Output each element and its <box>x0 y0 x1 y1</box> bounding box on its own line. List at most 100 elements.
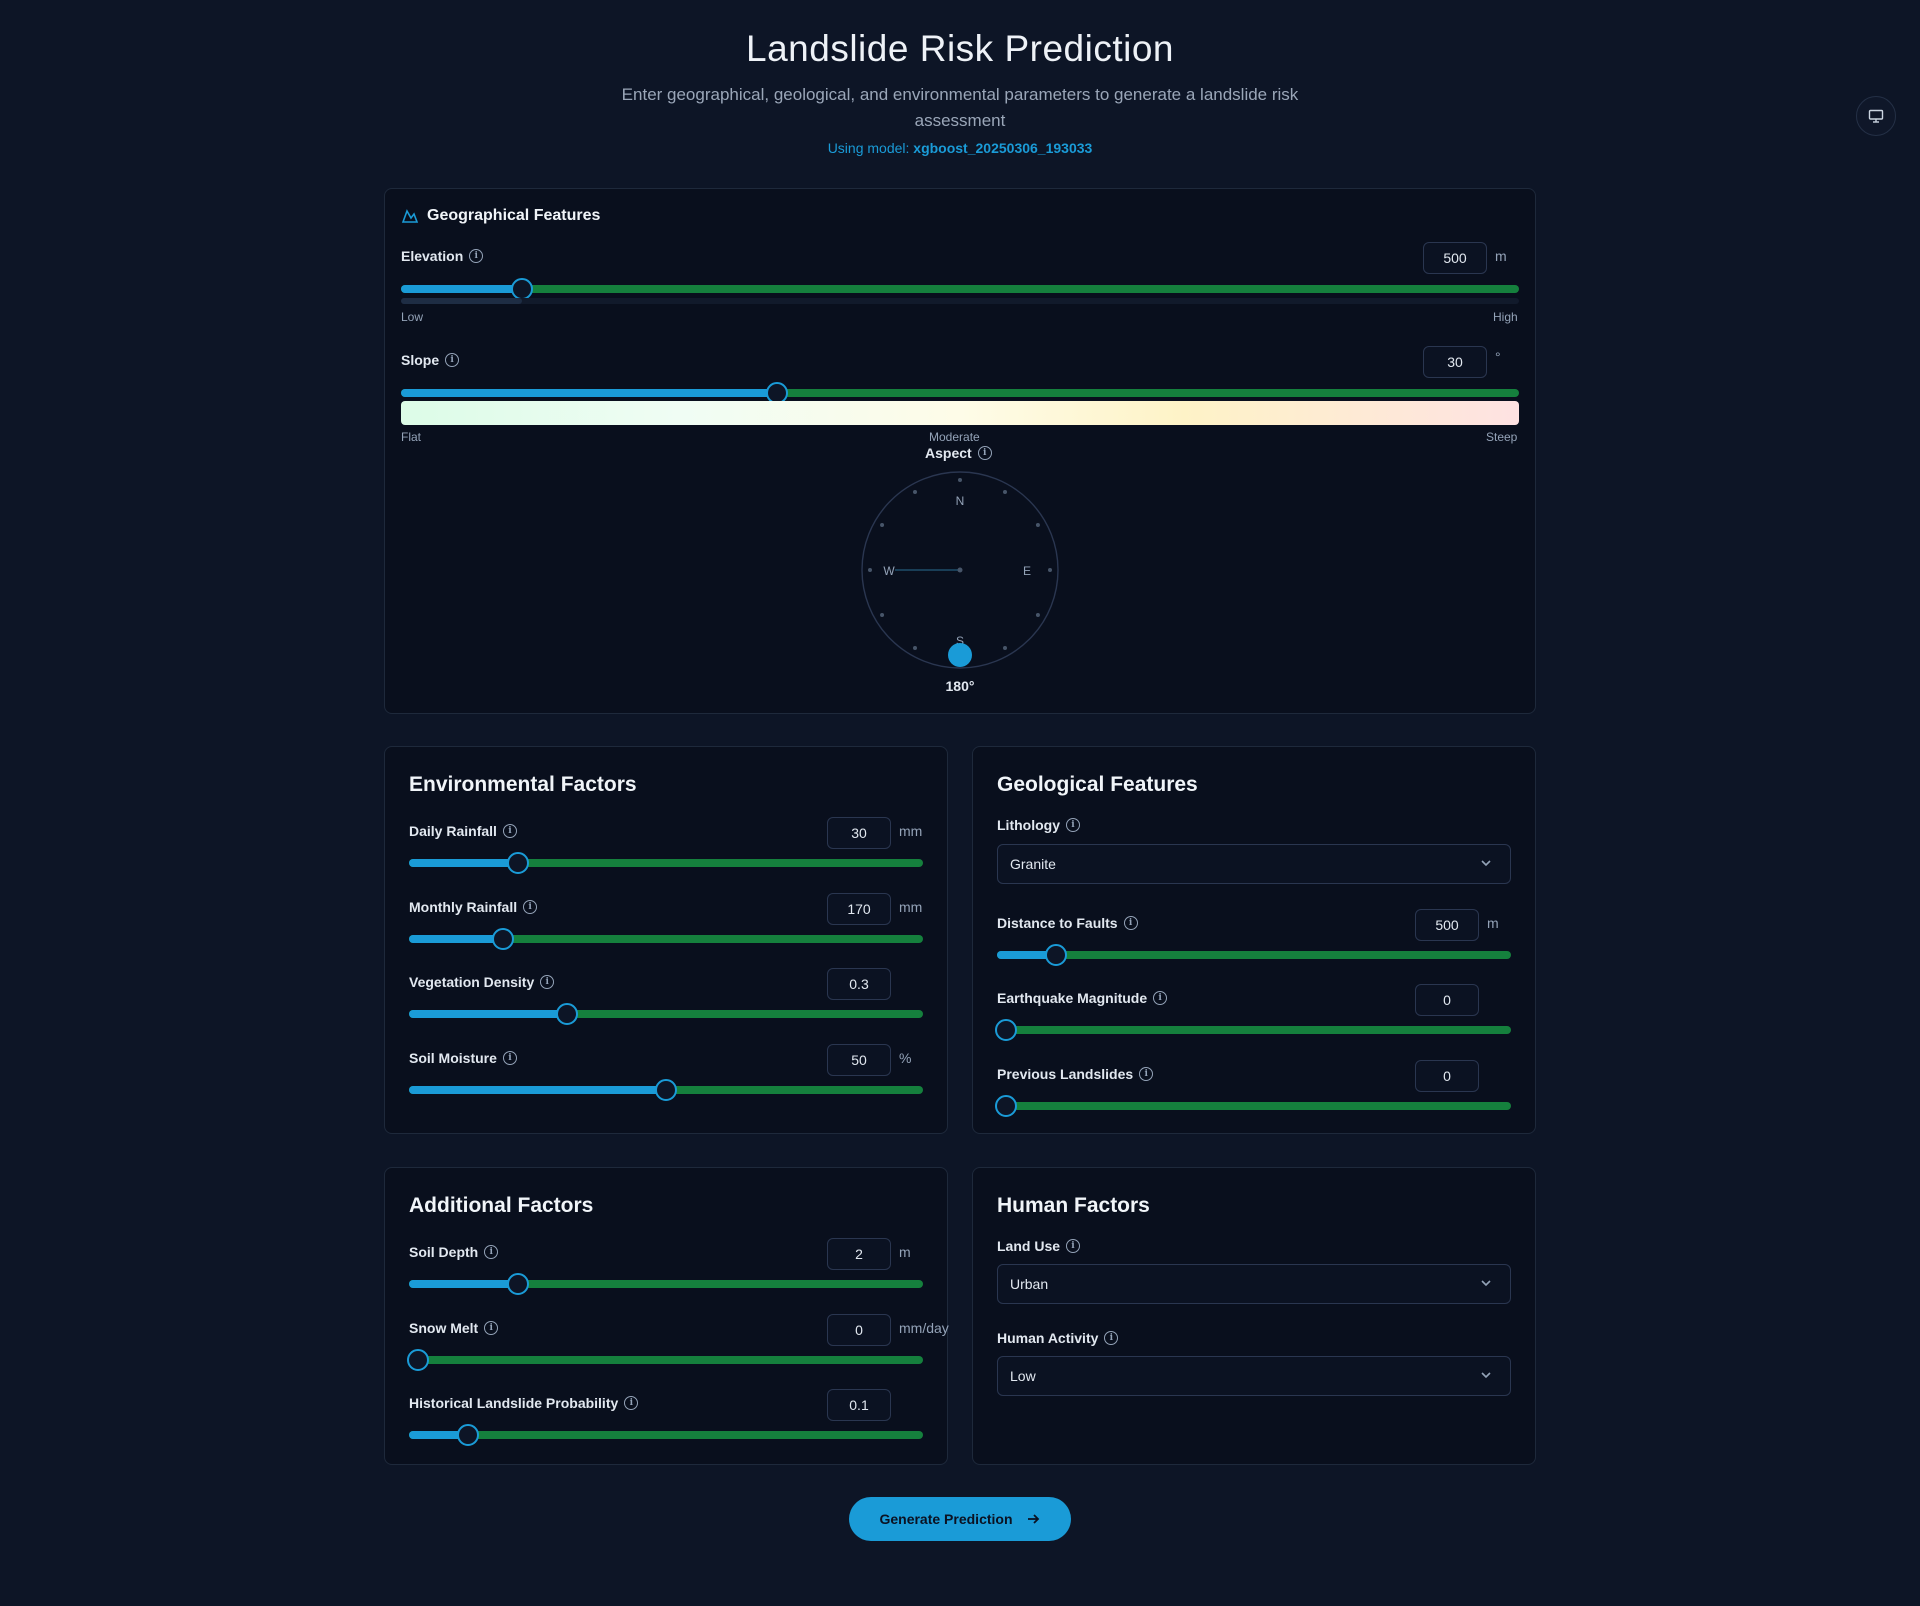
daily-rainfall-label: Daily Rainfall i <box>409 823 517 839</box>
info-icon[interactable]: i <box>1066 818 1080 832</box>
historical-landslide-probability-slider[interactable] <box>409 1424 923 1446</box>
aspect-compass[interactable]: N E S W <box>859 469 1061 671</box>
compass-tick <box>1048 568 1052 572</box>
compass-east: E <box>1023 564 1031 578</box>
slope-input[interactable]: 30 <box>1423 346 1487 378</box>
info-icon[interactable]: i <box>1139 1067 1154 1081</box>
previous-landslides-slider-thumb[interactable] <box>995 1095 1017 1117</box>
daily-rainfall-slider-thumb[interactable] <box>507 852 530 874</box>
previous-landslides-slider[interactable] <box>995 1095 1511 1117</box>
slope-gradient-bar <box>401 401 1519 425</box>
earthquake-magnitude-slider[interactable] <box>995 1019 1511 1041</box>
monthly-rainfall-slider[interactable] <box>409 928 923 950</box>
vegetation-density-slider[interactable] <box>409 1003 923 1025</box>
lithology-select[interactable]: Granite <box>997 844 1511 884</box>
soil-depth-input[interactable]: 2 <box>827 1238 891 1270</box>
vegetation-density-input[interactable]: 0.3 <box>827 968 891 1000</box>
info-icon[interactable]: i <box>540 975 555 989</box>
lithology-value: Granite <box>1010 856 1056 872</box>
arrow-right-icon <box>1027 1514 1039 1524</box>
additional-factors-title: Additional Factors <box>409 1194 594 1217</box>
compass-tick <box>880 523 885 527</box>
info-icon[interactable]: i <box>502 1051 517 1065</box>
geographical-features-label: Geographical Features <box>427 207 601 224</box>
historical-landslide-probability-text: Historical Landslide Probability <box>409 1395 619 1411</box>
vegetation-density-label: Vegetation Density i <box>409 974 555 990</box>
human-activity-label: Human Activity i <box>997 1330 1119 1346</box>
slope-slider[interactable] <box>401 382 1519 404</box>
vegetation-density-text: Vegetation Density <box>409 974 535 990</box>
soil-depth-text: Soil Depth <box>409 1244 479 1260</box>
monitor-icon <box>1868 109 1884 123</box>
page-title: Landslide Risk Prediction <box>746 28 1174 69</box>
vegetation-density-slider-fill <box>409 1010 567 1018</box>
info-icon[interactable]: i <box>523 900 538 914</box>
generate-prediction-button[interactable]: Generate Prediction <box>849 1497 1071 1541</box>
human-activity-select[interactable]: Low <box>997 1356 1511 1396</box>
earthquake-magnitude-input[interactable]: 0 <box>1415 984 1479 1016</box>
land-use-select[interactable]: Urban <box>997 1264 1511 1304</box>
historical-landslide-probability-slider-thumb[interactable] <box>456 1424 479 1446</box>
earthquake-magnitude-text: Earthquake Magnitude <box>997 990 1148 1006</box>
info-icon[interactable]: i <box>484 1321 499 1335</box>
elevation-input[interactable]: 500 <box>1423 242 1487 274</box>
earthquake-magnitude-slider-thumb[interactable] <box>995 1019 1017 1041</box>
info-icon[interactable]: i <box>1153 991 1168 1005</box>
daily-rainfall-input[interactable]: 30 <box>827 817 891 849</box>
soil-depth-slider[interactable] <box>409 1273 923 1295</box>
distance-to-faults-input[interactable]: 500 <box>1415 909 1479 941</box>
soil-moisture-slider-thumb[interactable] <box>655 1079 677 1101</box>
info-icon[interactable]: i <box>445 353 460 367</box>
daily-rainfall-slider[interactable] <box>409 852 923 874</box>
previous-landslides-input[interactable]: 0 <box>1415 1060 1479 1092</box>
geographical-features-card: Geographical Features Elevation i 500 m … <box>384 188 1536 714</box>
slope-steep-label: Steep <box>1486 430 1518 444</box>
compass-tick <box>1035 613 1040 617</box>
info-icon[interactable]: i <box>1104 1331 1119 1345</box>
elevation-slider[interactable] <box>401 278 1519 300</box>
info-icon[interactable]: i <box>469 249 484 263</box>
monthly-rainfall-slider-fill <box>409 935 504 943</box>
soil-moisture-slider[interactable] <box>409 1079 923 1101</box>
environmental-factors-card: Environmental Factors Daily Rainfall i 3… <box>384 746 948 1134</box>
environmental-factors-title: Environmental Factors <box>409 773 637 796</box>
theme-toggle-button[interactable] <box>1856 96 1896 136</box>
info-icon[interactable]: i <box>484 1245 499 1259</box>
snow-melt-label: Snow Melt i <box>409 1320 499 1336</box>
page-subtitle: Enter geographical, geological, and envi… <box>621 85 1299 130</box>
monthly-rainfall-slider-thumb[interactable] <box>492 928 515 950</box>
previous-landslides-text: Previous Landslides <box>997 1066 1134 1082</box>
info-icon[interactable]: i <box>977 446 992 460</box>
info-icon[interactable]: i <box>502 824 517 838</box>
elevation-label: Elevation i <box>401 248 484 264</box>
snow-melt-slider-thumb[interactable] <box>407 1349 429 1371</box>
elevation-slider-thumb[interactable] <box>510 278 533 300</box>
info-icon[interactable]: i <box>624 1396 639 1410</box>
human-activity-value: Low <box>1010 1368 1036 1384</box>
soil-depth-slider-thumb[interactable] <box>507 1273 530 1295</box>
soil-moisture-unit: % <box>899 1050 912 1066</box>
vegetation-density-slider-thumb[interactable] <box>555 1003 578 1025</box>
monthly-rainfall-input[interactable]: 170 <box>827 893 891 925</box>
elevation-text: Elevation <box>401 248 464 264</box>
monthly-rainfall-unit: mm <box>899 899 923 915</box>
compass-tick <box>1003 645 1007 650</box>
compass-tick <box>1003 490 1007 495</box>
snow-melt-unit: mm/day <box>899 1320 949 1336</box>
historical-landslide-probability-input[interactable]: 0.1 <box>827 1389 891 1421</box>
compass-handle[interactable] <box>948 643 972 667</box>
chevron-down-icon <box>1481 1372 1491 1379</box>
land-use-label: Land Use i <box>997 1238 1081 1254</box>
info-icon[interactable]: i <box>1066 1239 1081 1253</box>
distance-to-faults-slider[interactable] <box>997 944 1511 966</box>
lithology-label: Lithology i <box>997 817 1080 833</box>
snow-melt-input[interactable]: 0 <box>827 1314 891 1346</box>
previous-landslides-label: Previous Landslides i <box>997 1066 1154 1082</box>
info-icon[interactable]: i <box>1123 916 1138 930</box>
elevation-slider-fill <box>401 285 522 293</box>
snow-melt-slider[interactable] <box>407 1349 923 1371</box>
soil-moisture-input[interactable]: 50 <box>827 1044 891 1076</box>
slope-slider-fill <box>401 389 777 397</box>
generate-prediction-label: Generate Prediction <box>879 1511 1013 1527</box>
distance-to-faults-slider-thumb[interactable] <box>1044 944 1067 966</box>
